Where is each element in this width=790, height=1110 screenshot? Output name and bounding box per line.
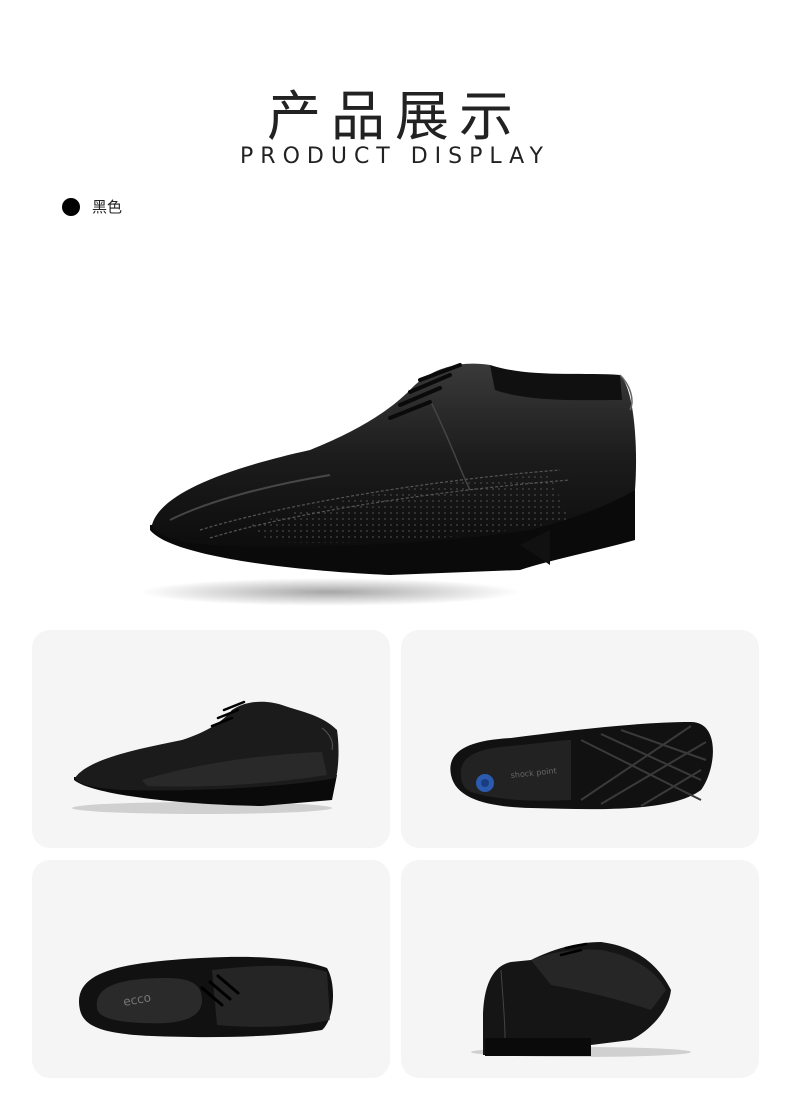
- page-title: 产品展示: [267, 85, 523, 148]
- color-label: 黑色: [92, 198, 123, 216]
- color-swatch: [62, 197, 80, 216]
- shoe-top-image: ecco: [78, 956, 334, 1038]
- shoe-rear-view-panel[interactable]: [401, 860, 759, 1078]
- shoe-top-view-panel[interactable]: ecco: [32, 860, 390, 1078]
- hero-shoe-image: [130, 330, 660, 610]
- shoe-rear-image: [471, 942, 691, 1057]
- color-option[interactable]: 黑色: [62, 196, 122, 217]
- shoe-side-image: [72, 700, 339, 814]
- page-subtitle: PRODUCT DISPLAY: [240, 144, 550, 169]
- shoe-sole-image: shock point: [450, 722, 713, 810]
- shoe-side-view-panel[interactable]: [32, 630, 390, 848]
- shoe-sole-view-panel[interactable]: shock point: [401, 630, 759, 848]
